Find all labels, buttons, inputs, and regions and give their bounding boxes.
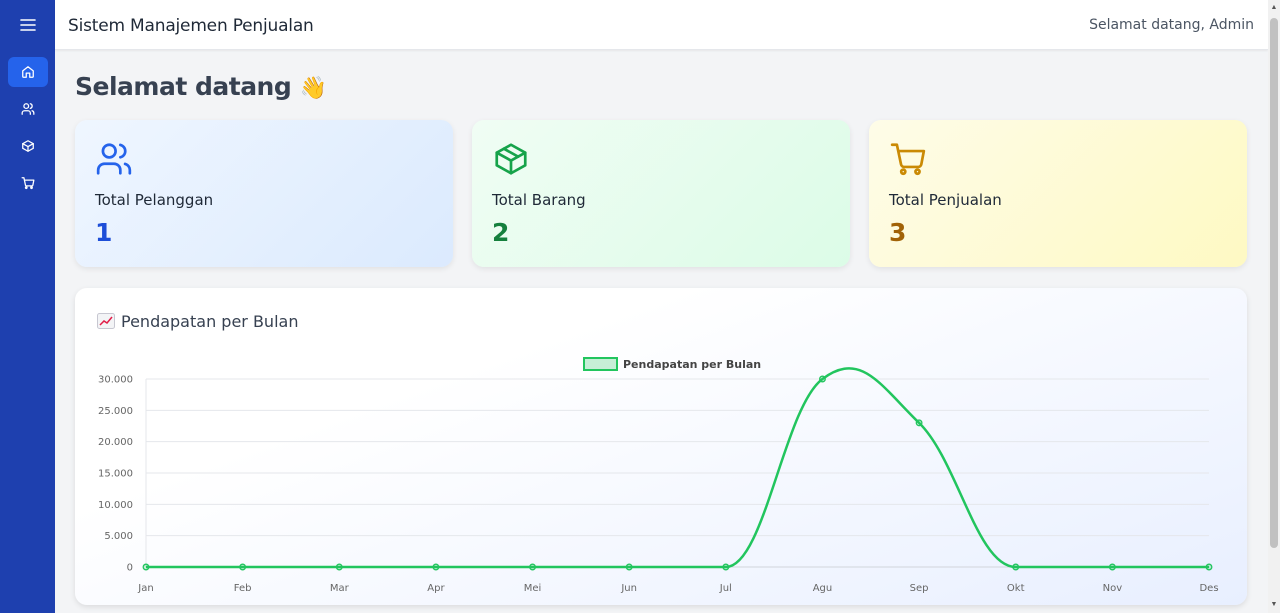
legend-swatch bbox=[583, 357, 618, 371]
scrollbar[interactable]: ▲ ▼ bbox=[1268, 0, 1280, 613]
y-tick-label: 15.000 bbox=[98, 469, 133, 480]
stat-card-pelanggan: Total Pelanggan 1 bbox=[75, 120, 453, 267]
stat-value: 1 bbox=[95, 218, 113, 247]
data-point bbox=[1205, 563, 1213, 571]
x-tick-label: Jul bbox=[719, 583, 732, 594]
welcome-user-text: Selamat datang, Admin bbox=[1089, 17, 1254, 33]
sidebar-item-pelanggan[interactable] bbox=[8, 94, 48, 124]
data-point bbox=[335, 563, 343, 571]
scrollbar-thumb[interactable] bbox=[1270, 18, 1278, 548]
y-tick-label: 25.000 bbox=[98, 406, 133, 417]
waving-hand-icon: 👋 bbox=[299, 76, 327, 101]
stat-value: 2 bbox=[492, 218, 510, 247]
top-bar: Sistem Manajemen Penjualan Selamat datan… bbox=[55, 0, 1268, 50]
data-point bbox=[432, 563, 440, 571]
revenue-line-chart: 0 5.000 10.000 15.000 20.000 25.000 30.000 Jan F… bbox=[98, 357, 1219, 594]
y-tick-label: 0 bbox=[127, 563, 133, 574]
stat-label: Total Pelanggan bbox=[95, 191, 214, 209]
data-point bbox=[529, 563, 536, 571]
x-tick-label: Jun bbox=[620, 583, 637, 594]
page-title: Selamat datang 👋 bbox=[75, 72, 327, 101]
app-title: Sistem Manajemen Penjualan bbox=[68, 16, 314, 36]
x-tick-label: Okt bbox=[1007, 583, 1025, 594]
x-tick-label: Nov bbox=[1103, 583, 1123, 594]
sidebar-item-penjualan[interactable] bbox=[8, 168, 48, 198]
x-tick-label: Agu bbox=[813, 583, 833, 594]
hamburger-icon bbox=[20, 19, 36, 31]
cart-icon bbox=[21, 177, 35, 190]
stat-card-barang: Total Barang 2 bbox=[472, 120, 850, 267]
y-tick-label: 10.000 bbox=[98, 500, 133, 511]
page-title-text: Selamat datang bbox=[75, 72, 292, 101]
x-tick-label: Jan bbox=[137, 583, 153, 594]
y-tick-label: 20.000 bbox=[98, 437, 133, 448]
x-tick-label: Des bbox=[1199, 583, 1218, 594]
revenue-chart-card: Pendapatan per Bulan 0 5.000 10.000 15.000 2… bbox=[75, 288, 1247, 605]
data-point bbox=[722, 563, 730, 571]
data-point bbox=[142, 563, 150, 571]
legend-label: Pendapatan per Bulan bbox=[623, 358, 761, 371]
users-icon bbox=[96, 143, 132, 175]
box-icon bbox=[22, 140, 34, 152]
data-point bbox=[239, 563, 247, 571]
y-tick-label: 5.000 bbox=[104, 531, 133, 542]
cart-icon bbox=[890, 143, 926, 176]
series-line bbox=[146, 367, 1209, 569]
x-tick-label: Sep bbox=[910, 583, 929, 594]
menu-toggle-button[interactable] bbox=[8, 10, 48, 40]
data-point bbox=[1108, 563, 1116, 571]
stat-label: Total Penjualan bbox=[889, 191, 1002, 209]
x-tick-label: Feb bbox=[234, 583, 252, 594]
y-tick-label: 30.000 bbox=[98, 375, 133, 386]
sidebar-item-barang[interactable] bbox=[8, 131, 48, 161]
data-point bbox=[819, 375, 826, 383]
box-icon bbox=[495, 143, 527, 175]
data-point bbox=[915, 419, 923, 427]
data-point bbox=[625, 563, 633, 571]
stat-label: Total Barang bbox=[492, 191, 586, 209]
stat-card-penjualan: Total Penjualan 3 bbox=[869, 120, 1247, 267]
users-icon bbox=[21, 103, 35, 115]
x-tick-label: Mei bbox=[524, 583, 542, 594]
sidebar bbox=[0, 0, 55, 613]
stat-value: 3 bbox=[889, 218, 907, 247]
scroll-up-arrow-icon[interactable]: ▲ bbox=[1270, 4, 1278, 12]
sidebar-item-dashboard[interactable] bbox=[8, 57, 48, 87]
scroll-down-arrow-icon[interactable]: ▼ bbox=[1270, 601, 1278, 609]
x-tick-label: Apr bbox=[427, 583, 445, 594]
home-icon bbox=[22, 66, 34, 78]
x-tick-label: Mar bbox=[330, 583, 350, 594]
data-point bbox=[1012, 563, 1020, 571]
